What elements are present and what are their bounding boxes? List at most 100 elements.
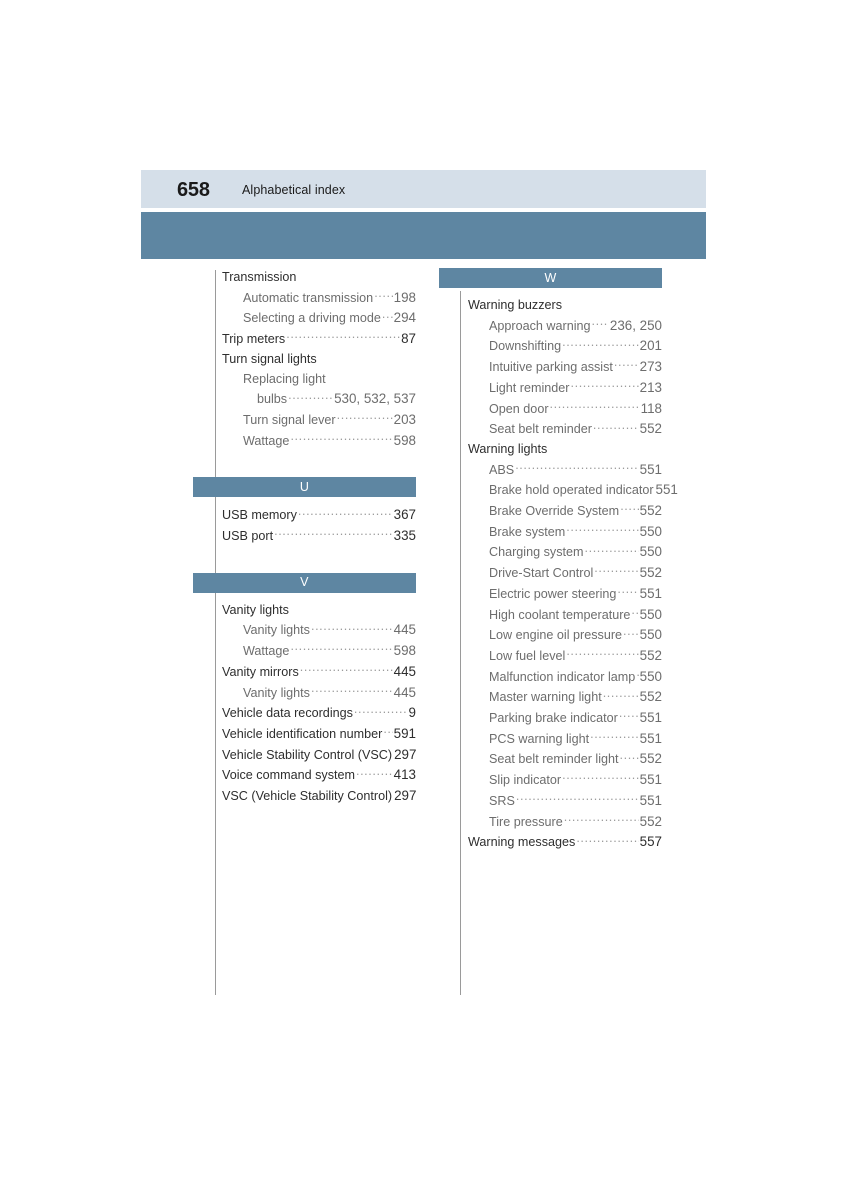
index-entry-page-number: 213 — [639, 379, 662, 395]
index-entry[interactable]: Wattage 598 — [222, 641, 416, 662]
index-entry[interactable]: Vanity lights — [222, 601, 416, 621]
index-entry[interactable]: Selecting a driving mode 294 — [222, 308, 416, 329]
index-entry-label: Warning lights — [468, 441, 548, 456]
index-entry-label: Approach warning — [489, 318, 591, 333]
index-entry-label: USB port — [222, 529, 274, 544]
index-entry-label: Malfunction indicator lamp — [489, 669, 636, 684]
index-entry-label: ABS — [489, 462, 515, 477]
index-entry[interactable]: Vehicle Stability Control (VSC) 297 — [222, 745, 416, 766]
index-entry-label: Slip indicator — [489, 773, 562, 788]
index-entry[interactable]: VSC (Vehicle Stability Control) 297 — [222, 786, 416, 807]
leader-dots — [374, 290, 392, 302]
index-entry-label: Intuitive parking assist — [489, 360, 613, 375]
index-entry[interactable]: Drive-Start Control 552 — [468, 563, 662, 584]
index-entry[interactable]: Turn signal lever 203 — [222, 410, 416, 431]
leader-dots — [337, 412, 393, 424]
leader-dots — [290, 433, 392, 445]
leader-dots — [356, 767, 393, 779]
index-entry[interactable]: Vehicle identification number 591 — [222, 724, 416, 745]
index-entry-page-number: 413 — [393, 767, 416, 783]
index-entry[interactable]: Approach warning 236, 250 — [468, 316, 662, 337]
index-entry[interactable]: Downshifting 201 — [468, 336, 662, 357]
index-entry-label: Vanity mirrors — [222, 664, 299, 679]
index-entry[interactable]: High coolant temperature 550 — [468, 605, 662, 626]
index-entry-page-number: 297 — [394, 746, 417, 762]
index-entry[interactable]: Vanity lights 445 — [222, 620, 416, 641]
index-entry[interactable]: Master warning light 552 — [468, 687, 662, 708]
index-entry[interactable]: Parking brake indicator 551 — [468, 708, 662, 729]
index-entry-label: Master warning light — [489, 690, 602, 705]
index-entry-page-number: 552 — [639, 503, 662, 519]
index-entry-label: Vehicle identification number — [222, 726, 383, 741]
index-entry-label: Open door — [489, 401, 549, 416]
index-entry-page-number: 552 — [639, 421, 662, 437]
index-entry[interactable]: PCS warning light 551 — [468, 729, 662, 750]
index-entry[interactable]: Automatic transmission 198 — [222, 288, 416, 309]
index-entry-page-number: 297 — [394, 788, 417, 804]
leader-dots — [516, 793, 639, 805]
leader-dots — [550, 401, 640, 413]
index-entry[interactable]: Replacing light — [222, 370, 416, 390]
right-column: W Warning buzzers Approach warning 236, 250… — [439, 268, 678, 853]
index-entry[interactable]: Brake system 550 — [468, 522, 662, 543]
index-entry-page-number: 550 — [639, 606, 662, 622]
index-entry[interactable]: Electric power steering 551 — [468, 584, 662, 605]
index-entry[interactable]: Low engine oil pressure 550 — [468, 625, 662, 646]
index-entry-page-number: 551 — [639, 710, 662, 726]
leader-dots — [571, 380, 639, 392]
leader-dots — [614, 359, 639, 371]
index-entry-label: Automatic transmission — [243, 290, 374, 305]
index-entry[interactable]: USB memory 367 — [222, 505, 416, 526]
index-entry[interactable]: Open door 118 — [468, 399, 662, 420]
leader-dots — [620, 503, 638, 515]
index-entry[interactable]: Wattage 598 — [222, 431, 416, 452]
index-entry-label: Seat belt reminder light — [489, 752, 619, 767]
index-entry[interactable]: Malfunction indicator lamp550 — [468, 667, 662, 688]
index-entry[interactable]: bulbs 530, 532, 537 — [222, 389, 416, 410]
letter-section-header-w: W — [439, 268, 662, 288]
index-entry-page-number: 550 — [639, 668, 662, 684]
letter-section-header-v: V — [193, 572, 416, 593]
index-entry-label: Low fuel level — [489, 648, 566, 663]
index-entry[interactable]: Seat belt reminder light 552 — [468, 749, 662, 770]
index-entry[interactable]: Brake hold operated indicator 551 — [468, 480, 678, 501]
index-entry[interactable]: Transmission — [222, 268, 416, 288]
index-entry[interactable]: ABS 551 — [468, 460, 662, 481]
leader-dots — [594, 565, 638, 577]
index-entry[interactable]: Trip meters 87 — [222, 329, 416, 350]
index-entry-group: Warning buzzers Approach warning 236, 250 D… — [439, 296, 678, 853]
index-entry[interactable]: Warning messages 557 — [468, 832, 662, 853]
leader-dots — [603, 689, 639, 701]
index-entry[interactable]: Warning buzzers — [468, 296, 662, 316]
index-entry-label: Light reminder — [489, 380, 570, 395]
index-entry-label: Downshifting — [489, 339, 562, 354]
index-entry[interactable]: Vanity mirrors 445 — [222, 662, 416, 683]
index-entry-page-number: 203 — [393, 411, 416, 427]
index-entry[interactable]: Turn signal lights — [222, 350, 416, 370]
leader-dots — [311, 685, 393, 697]
index-entry[interactable]: Vehicle data recordings 9 — [222, 703, 416, 724]
index-entry[interactable]: Warning lights — [468, 440, 662, 460]
index-entry-label: Brake system — [489, 524, 566, 539]
index-entry[interactable]: Slip indicator 551 — [468, 770, 662, 791]
index-entry[interactable]: USB port 335 — [222, 526, 416, 547]
leader-dots — [286, 331, 400, 343]
index-entry[interactable]: Light reminder 213 — [468, 378, 662, 399]
index-entry-page-number: 552 — [639, 751, 662, 767]
index-entry[interactable]: Seat belt reminder 552 — [468, 419, 662, 440]
leader-dots — [592, 318, 609, 330]
index-entry[interactable]: Voice command system 413 — [222, 765, 416, 786]
index-entry[interactable]: Tire pressure 552 — [468, 812, 662, 833]
index-entry[interactable]: Charging system 550 — [468, 542, 662, 563]
index-entry-page-number: 445 — [393, 622, 416, 638]
index-entry[interactable]: Intuitive parking assist 273 — [468, 357, 662, 378]
index-entry-label: bulbs — [257, 392, 288, 407]
index-entry[interactable]: Low fuel level 552 — [468, 646, 662, 667]
index-entry-page-number: 551 — [639, 585, 662, 601]
index-entry[interactable]: SRS 551 — [468, 791, 662, 812]
index-entry-page-number: 335 — [393, 528, 416, 544]
index-entry-page-number: 551 — [655, 482, 678, 498]
index-entry[interactable]: Vanity lights 445 — [222, 683, 416, 704]
index-entry-label: Brake hold operated indicator — [489, 483, 654, 498]
index-entry[interactable]: Brake Override System 552 — [468, 501, 662, 522]
